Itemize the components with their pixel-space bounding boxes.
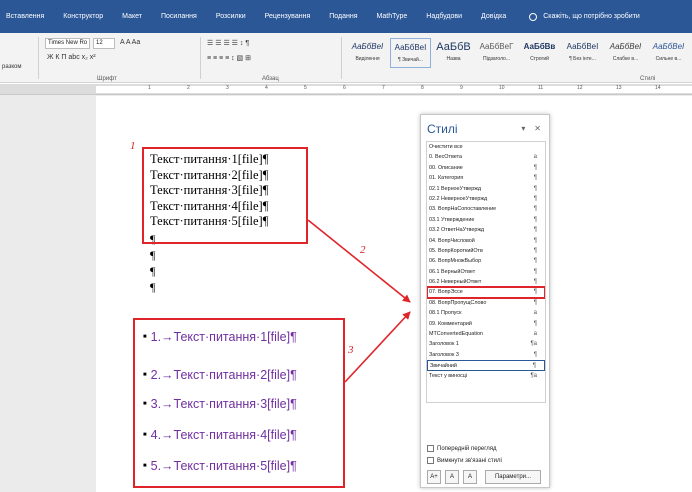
style-inspector-icon: A — [449, 474, 454, 480]
style-item[interactable]: 06.1 ВерныйОтвет ¶ — [427, 267, 545, 277]
word-window: Вставлення Конструктор Макет Посилання Р… — [0, 0, 692, 492]
style-item-mark: ¶ — [533, 206, 537, 213]
style-item-mark: ¶ — [533, 247, 537, 254]
style-item-name: Очистити все — [429, 144, 463, 150]
style-item[interactable]: 04. ВопрЧисловой ¶ — [427, 236, 545, 246]
style-item[interactable]: 06.2 НеверныйОтвет ¶ — [427, 277, 545, 287]
style-item-mark: ¶ — [533, 185, 537, 192]
style-item[interactable]: Текст у виносці ¶a — [427, 371, 545, 381]
style-item-selected[interactable]: Звичайний ¶ — [427, 360, 545, 371]
arrow-to-style-from-top — [307, 219, 411, 303]
arrow-to-style-from-bottom — [344, 311, 411, 383]
annotation-arrows — [307, 219, 411, 383]
style-item-name: 00. Описание — [429, 164, 463, 171]
style-item[interactable]: 09. Комментарий ¶ — [427, 319, 545, 329]
style-item[interactable]: 02.2 НеверноеУтвержд ¶ — [427, 194, 545, 204]
options-button[interactable]: Параметри... — [485, 470, 541, 484]
preview-checkbox[interactable]: Попередній перегляд — [427, 445, 497, 452]
style-item-mark: ¶ — [533, 258, 537, 265]
style-item-mark: a — [533, 154, 537, 161]
style-item-name: 06.2 НеверныйОтвет — [429, 279, 482, 286]
style-item[interactable]: 03.2 ОтветНаУтвержд ¶ — [427, 225, 545, 235]
style-item-mark: a — [533, 331, 537, 338]
style-item[interactable]: 00. Описание ¶ — [427, 163, 545, 173]
style-item-mark: ¶ — [533, 227, 537, 234]
style-item-name: 03.2 ОтветНаУтвержд — [429, 227, 485, 234]
style-item-name: Заголовок 1 — [429, 341, 459, 348]
style-item-name: Текст у виносці — [429, 372, 468, 379]
style-item-mark: ¶ — [533, 164, 537, 171]
new-style-icon: A+ — [430, 474, 438, 480]
style-item[interactable]: 05. ВопрКороткийОтв ¶ — [427, 246, 545, 256]
style-item-name: Заголовок 3 — [429, 351, 459, 358]
style-item-name: 02.2 НеверноеУтвержд — [429, 195, 488, 202]
style-item-mark: ¶ — [533, 237, 537, 244]
styles-pane: Стилі ▾ ✕ Очистити все 0. ВесОтвета a 00.… — [420, 114, 550, 488]
style-item[interactable]: 06. ВопрМножВыбор ¶ — [427, 256, 545, 266]
style-item[interactable]: 03.1 Утверждение ¶ — [427, 215, 545, 225]
style-item[interactable]: Заголовок 1 ¶a — [427, 339, 545, 349]
style-item[interactable]: 02.1 ВерноеУтвержд ¶ — [427, 184, 545, 194]
style-item-mark: ¶ — [533, 216, 537, 223]
style-item[interactable]: Очистити все — [427, 142, 545, 152]
style-item-name: 08. ВопрПропущСлово — [429, 299, 487, 306]
style-item-name: 09. Комментарий — [429, 320, 472, 327]
style-item-name: 03. ВопрНаСопоставление — [429, 206, 497, 213]
manage-styles-button[interactable]: A — [463, 470, 477, 484]
new-style-button[interactable]: A+ — [427, 470, 441, 484]
style-item-mark: ¶ — [533, 320, 537, 327]
style-item-mark: ¶ — [533, 279, 537, 286]
style-item-mark: ¶a — [530, 372, 537, 379]
style-item-mark: ¶ — [533, 195, 537, 202]
linked-styles-checkbox[interactable]: Вимкнути зв'язані стилі — [427, 457, 502, 464]
style-item[interactable]: 01. Категория ¶ — [427, 173, 545, 183]
style-item-mark: ¶ — [533, 299, 537, 306]
pane-menu-icon[interactable]: ▾ — [521, 124, 525, 133]
style-item-essay-highlighted[interactable]: 07. ВопрЭссе ¶ — [427, 286, 545, 299]
style-item-mark: a — [533, 310, 537, 317]
style-item-name: MTConvertedEquation — [429, 331, 483, 338]
checkbox-box — [427, 457, 434, 464]
style-item[interactable]: Заголовок 3 ¶ — [427, 350, 545, 360]
style-item-mark: ¶ — [533, 268, 537, 275]
style-item-name: 06. ВопрМножВыбор — [429, 258, 482, 265]
style-item[interactable]: 08. ВопрПропущСлово ¶ — [427, 298, 545, 308]
style-item-name: Звичайний — [430, 363, 457, 370]
style-item-mark: ¶ — [533, 351, 537, 358]
style-item-name: 05. ВопрКороткийОтв — [429, 247, 483, 254]
style-item-name: 03.1 Утверждение — [429, 216, 475, 223]
style-item-name: 0. ВесОтвета — [429, 154, 462, 161]
style-item-mark: ¶a — [530, 341, 537, 348]
style-item[interactable]: 0. ВесОтвета a — [427, 152, 545, 162]
linked-styles-checkbox-label: Вимкнути зв'язані стилі — [437, 458, 502, 465]
style-item-name: 06.1 ВерныйОтвет — [429, 268, 476, 275]
style-item[interactable]: 03. ВопрНаСопоставление ¶ — [427, 204, 545, 214]
style-inspector-button[interactable]: A — [445, 470, 459, 484]
style-item[interactable]: 08.1 Пропуск a — [427, 308, 545, 318]
style-item-name: 07. ВопрЭссе — [429, 289, 463, 296]
style-item-name: 01. Категория — [429, 175, 464, 182]
style-item-mark: ¶ — [533, 289, 537, 296]
style-item-name: 04. ВопрЧисловой — [429, 237, 475, 244]
style-item[interactable]: MTConvertedEquation a — [427, 329, 545, 339]
manage-styles-icon: A — [467, 474, 472, 480]
styles-pane-title: Стилі — [427, 122, 458, 136]
styles-pane-controls: ▾ ✕ — [521, 124, 541, 133]
preview-checkbox-label: Попередній перегляд — [437, 446, 497, 453]
close-icon[interactable]: ✕ — [534, 124, 541, 133]
style-item-name: 02.1 ВерноеУтвержд — [429, 185, 481, 192]
style-item-name: 08.1 Пропуск — [429, 310, 462, 317]
checkbox-box — [427, 445, 434, 452]
styles-list[interactable]: Очистити все 0. ВесОтвета a 00. Описание ¶… — [426, 141, 546, 403]
style-item-mark: ¶ — [533, 175, 537, 182]
